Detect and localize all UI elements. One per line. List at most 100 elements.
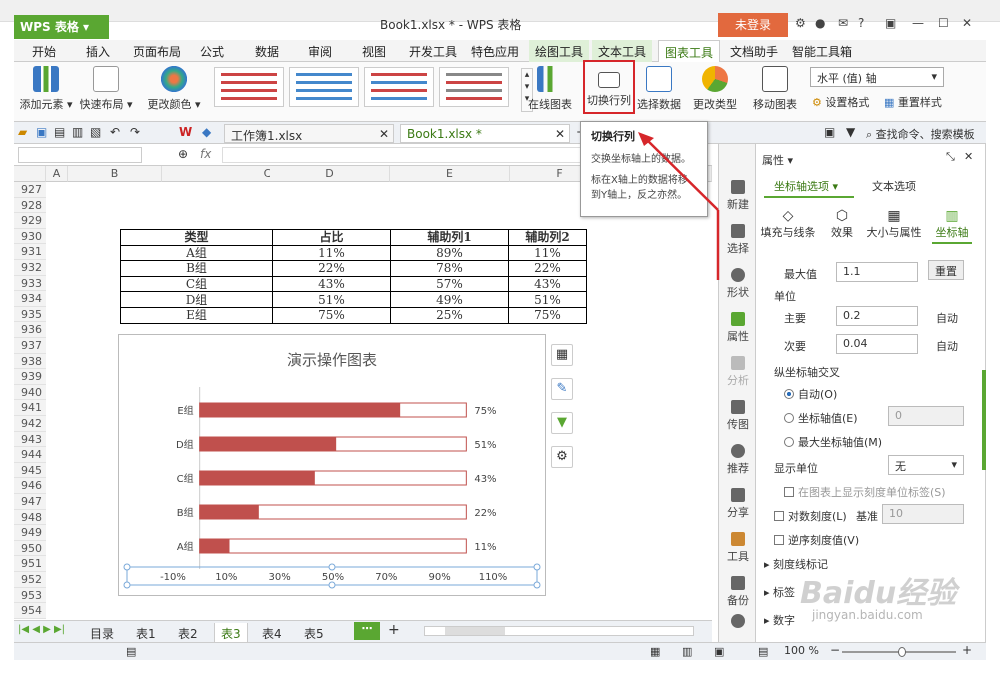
data-label[interactable]: 43% [474,474,496,485]
bar-series1[interactable] [199,402,401,418]
bar-series2[interactable] [257,504,467,520]
category-label[interactable]: D组 [176,438,194,451]
col-header-e[interactable]: E [390,166,510,182]
panel-close-icon[interactable]: ✕ [964,150,973,163]
table-cell[interactable]: 75% [272,306,391,324]
sheet-tab-1[interactable]: 表1 [130,623,162,644]
menu-review[interactable]: 审阅 [308,43,332,60]
redo-icon[interactable]: ↷ [130,125,140,139]
numbers-section[interactable]: ▸ 数字 [764,612,795,628]
move-chart-button[interactable]: 移动图表 [750,64,800,112]
category-label[interactable]: C组 [177,472,194,485]
bar-series2[interactable] [313,470,467,486]
row-header[interactable]: 931 [14,244,46,260]
table-cell[interactable]: 78% [390,260,509,277]
menu-chart-tools[interactable]: 图表工具 [658,40,721,62]
header-aux1[interactable]: 辅助列1 [390,229,509,246]
col-header-a[interactable]: A [46,166,68,182]
doc-tab-book1[interactable]: Book1.xlsx * ✕ [400,124,570,143]
selection-handle[interactable] [328,581,336,589]
row-header[interactable]: 952 [14,572,46,588]
display-unit-select[interactable]: 无 ▾ [888,455,964,475]
nav-share[interactable]: 分享 [721,488,755,520]
row-header[interactable]: 936 [14,322,46,338]
data-label[interactable]: 75% [474,406,496,417]
sheet-nav-icons[interactable]: |◀ ◀ ▶ ▶| [18,624,65,635]
subtab-fill-line[interactable]: ◇ 填充与线条 [760,208,816,240]
base-input[interactable]: 10 [882,504,964,524]
nav-analysis[interactable]: 分析 [721,356,755,388]
table-cell[interactable]: 25% [390,306,509,324]
row-header[interactable]: 938 [14,353,46,370]
nav-recommend[interactable]: 推荐 [721,444,755,476]
row-header[interactable]: 942 [14,416,46,432]
max-value-input[interactable]: 1.1 [836,262,918,282]
row-header[interactable]: 948 [14,509,46,526]
header-aux2[interactable]: 辅助列2 [508,229,587,246]
table-cell[interactable]: 51% [508,291,587,308]
major-unit-input[interactable]: 0.2 [836,306,918,326]
row-header[interactable]: 943 [14,431,46,448]
horizontal-scrollbar[interactable] [424,626,694,636]
table-cell[interactable]: 22% [272,260,391,277]
header-ratio[interactable]: 占比 [272,229,391,246]
set-format-button[interactable]: ⚙ 设置格式 [812,94,869,110]
row-header[interactable]: 930 [14,228,46,245]
data-label[interactable]: 22% [474,508,496,519]
selection-handle[interactable] [123,563,131,571]
menu-home[interactable]: 开始 [32,43,56,60]
chart-elements-tool-icon[interactable]: ▦ [551,344,573,366]
table-cell[interactable]: 89% [390,244,509,262]
app-menu-button[interactable]: WPS 表格 ▾ [14,15,109,39]
subtab-size-props[interactable]: ▦ 大小与属性 [866,208,922,240]
row-header[interactable]: 932 [14,260,46,276]
row-header[interactable]: 928 [14,197,46,214]
export-icon[interactable]: ▧ [90,125,101,139]
row-header[interactable]: 951 [14,556,46,572]
chart-plot[interactable]: E组 75% D组 51% C组 43% B组 22% A组 11% -10% 10% 30% 50% 70… [119,335,545,595]
zoom-in-icon[interactable]: + [962,643,972,657]
cross-max-radio[interactable]: 最大坐标轴值(M) [784,434,882,450]
row-header[interactable]: 950 [14,540,46,557]
chart-style-brush-icon[interactable]: ✎ [551,378,573,400]
show-unit-label-checkbox[interactable]: 在图表上显示刻度单位标签(S) [784,484,946,500]
data-table[interactable]: 类型 占比 辅助列1 辅助列2 A组 11% 89% 11% B组 22% 78% 22% … [120,229,587,324]
zoom-level[interactable]: 100 % [784,644,819,657]
online-chart-button[interactable]: 在线图表 [520,64,580,112]
select-all-corner[interactable] [14,166,46,182]
category-label[interactable]: A组 [177,540,194,553]
reset-button[interactable]: 重置 [928,260,964,280]
menu-features[interactable]: 特色应用 [471,43,519,60]
zoom-slider[interactable] [842,647,956,657]
nav-help[interactable] [721,614,755,630]
table-cell[interactable]: B组 [120,260,273,277]
chart-style-3[interactable] [364,67,434,107]
subtab-axis[interactable]: ▥ 坐标轴 [932,208,972,244]
chart-filter-icon[interactable]: ▼ [551,412,573,434]
row-header[interactable]: 949 [14,525,46,541]
table-cell[interactable]: 57% [390,275,509,293]
table-cell[interactable]: E组 [120,306,273,324]
tab-text-options[interactable]: 文本选项 [872,178,916,194]
category-label[interactable]: E组 [177,404,193,417]
row-header[interactable]: 934 [14,291,46,307]
table-cell[interactable]: D组 [120,291,273,308]
labels-section[interactable]: ▸ 标签 [764,584,795,600]
menu-text-tools[interactable]: 文本工具 [592,40,653,62]
more-sheets-icon[interactable]: ⋯ [354,622,380,640]
tab-close-icon[interactable]: ✕ [379,127,389,141]
header-type[interactable]: 类型 [120,229,273,246]
row-header[interactable]: 939 [14,369,46,385]
collab-icon[interactable]: ▣ [824,125,835,139]
zoom-out-icon[interactable]: − [830,643,840,657]
x-tick-label[interactable]: 110% [479,572,508,583]
close-icon[interactable]: ✕ [962,16,972,30]
read-mode-icon[interactable]: ▤ [758,645,768,658]
subtab-effect[interactable]: ⬡ 效果 [824,208,860,240]
feedback-icon[interactable]: ● [815,16,825,30]
print-icon[interactable]: ▥ [72,125,83,139]
cross-value-input[interactable]: 0 [888,406,964,426]
select-data-button[interactable]: 选择数据 [634,64,684,112]
tab-axis-options[interactable]: 坐标轴选项 ▾ [764,172,854,198]
bar-series1[interactable] [199,538,230,554]
